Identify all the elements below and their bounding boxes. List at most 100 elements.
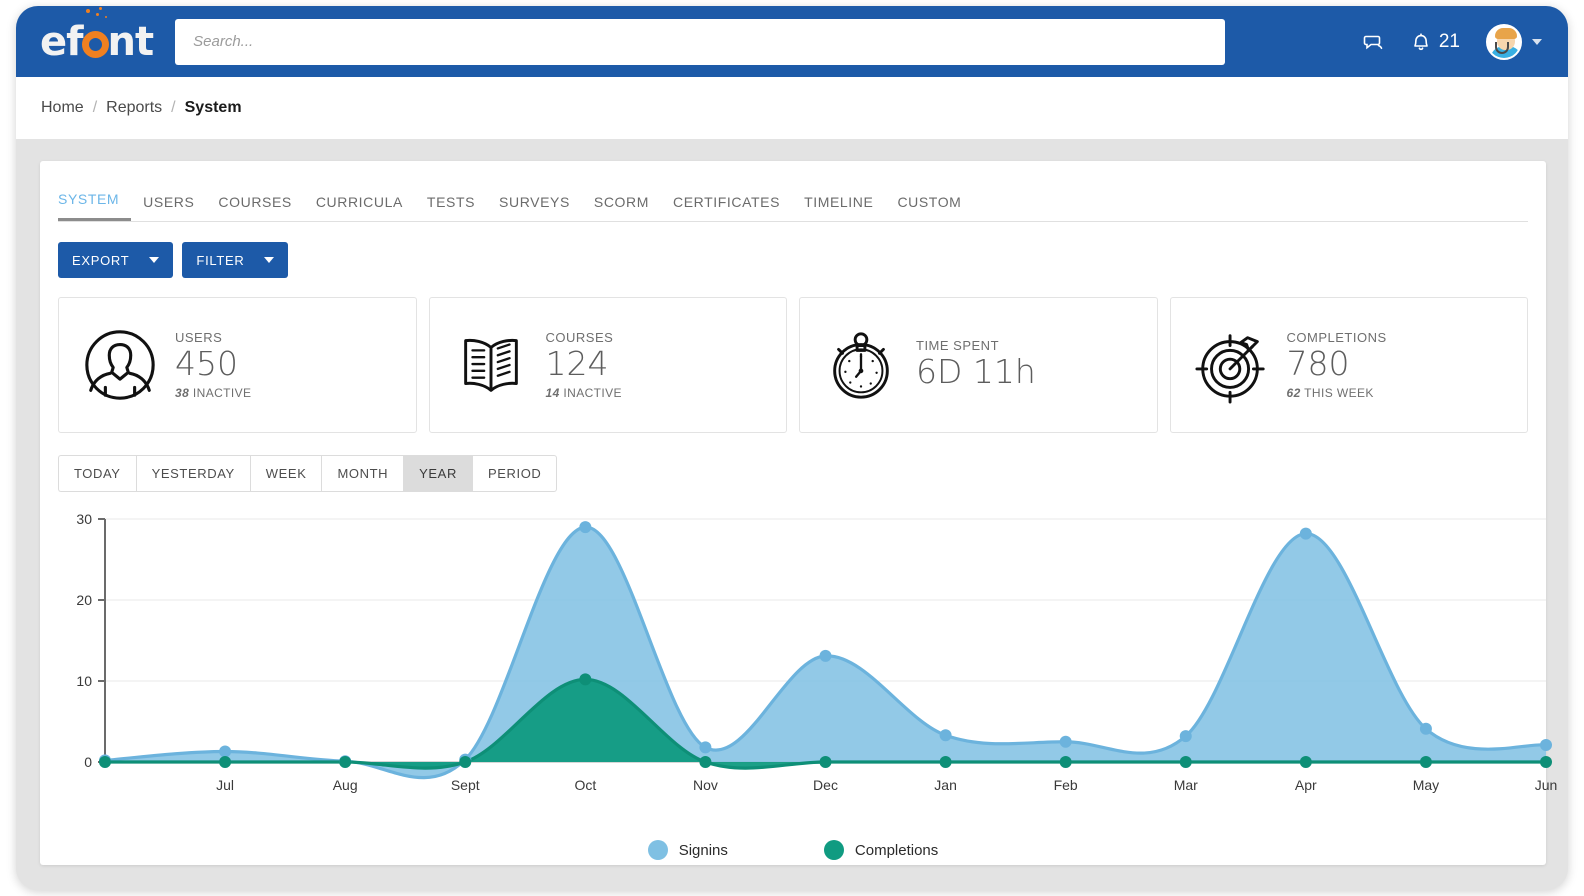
svg-text:Dec: Dec [813, 777, 838, 793]
filter-label: FILTER [196, 253, 244, 268]
legend-item-signins[interactable]: Signins [648, 840, 728, 860]
period-today[interactable]: TODAY [58, 455, 136, 492]
period-yesterday[interactable]: YESTERDAY [136, 455, 250, 492]
book-icon [452, 326, 530, 404]
notification-count: 21 [1439, 31, 1460, 53]
logo-text-ef: ef [40, 19, 83, 65]
messages-button[interactable] [1360, 30, 1384, 54]
app-window: efnt 21 [16, 6, 1568, 890]
period-selector: TODAY YESTERDAY WEEK MONTH YEAR PERIOD [58, 455, 1528, 492]
breadcrumb-item-system: System [185, 99, 242, 117]
tab-scorm[interactable]: SCORM [582, 194, 661, 221]
breadcrumb: Home / Reports / System [16, 77, 1568, 139]
breadcrumb-separator: / [171, 99, 175, 117]
tab-surveys[interactable]: SURVEYS [487, 194, 582, 221]
svg-text:Jun: Jun [1535, 777, 1558, 793]
chevron-down-icon[interactable] [1532, 39, 1542, 45]
svg-text:Aug: Aug [333, 777, 358, 793]
stat-value: 6D 11h [916, 353, 1036, 392]
logo-text-nt: nt [108, 19, 154, 65]
stat-card-time-spent[interactable]: TIME SPENT 6D 11h [799, 297, 1158, 433]
chevron-down-icon [264, 257, 274, 263]
target-icon [1193, 326, 1271, 404]
svg-text:10: 10 [76, 673, 92, 689]
period-period[interactable]: PERIOD [472, 455, 557, 492]
legend-label: Signins [679, 842, 728, 859]
export-button[interactable]: EXPORT [58, 242, 173, 278]
stat-sub-number: 14 [546, 386, 560, 400]
user-menu[interactable] [1486, 24, 1542, 60]
svg-text:Apr: Apr [1295, 777, 1317, 793]
breadcrumb-item-home[interactable]: Home [41, 99, 84, 117]
stat-card-completions[interactable]: COMPLETIONS 780 62 THIS WEEK [1170, 297, 1529, 433]
report-tabs: SYSTEM USERS COURSES CURRICULA TESTS SUR… [58, 183, 1528, 222]
stat-value: 450 [175, 345, 251, 384]
legend-swatch [648, 840, 668, 860]
breadcrumb-item-reports[interactable]: Reports [106, 99, 162, 117]
svg-text:0: 0 [84, 754, 92, 770]
export-label: EXPORT [72, 253, 129, 268]
stat-caption: USERS [175, 330, 251, 346]
stat-subtext: 62 THIS WEEK [1287, 386, 1387, 400]
stat-subtext: 14 INACTIVE [546, 386, 622, 400]
breadcrumb-separator: / [93, 99, 97, 117]
header-actions: 21 [1360, 24, 1542, 60]
tab-system[interactable]: SYSTEM [58, 191, 131, 221]
stat-sub-label: INACTIVE [560, 386, 622, 400]
stat-sub-number: 38 [175, 386, 189, 400]
stat-caption: COMPLETIONS [1287, 330, 1387, 346]
svg-text:Mar: Mar [1174, 777, 1198, 793]
stopwatch-icon [822, 326, 900, 404]
stat-card-users[interactable]: USERS 450 38 INACTIVE [58, 297, 417, 433]
svg-text:Sept: Sept [451, 777, 480, 793]
legend-item-completions[interactable]: Completions [824, 840, 938, 860]
stat-card-courses[interactable]: COURSES 124 14 INACTIVE [429, 297, 788, 433]
chart-legend: Signins Completions [58, 840, 1528, 860]
notifications-button[interactable]: 21 [1410, 30, 1460, 54]
chevron-down-icon [149, 257, 159, 263]
avatar[interactable] [1486, 24, 1522, 60]
global-search[interactable] [175, 19, 1225, 65]
tab-certificates[interactable]: CERTIFICATES [661, 194, 792, 221]
tab-tests[interactable]: TESTS [415, 194, 487, 221]
stat-value: 124 [546, 345, 622, 384]
svg-text:Jul: Jul [216, 777, 234, 793]
period-year[interactable]: YEAR [403, 455, 472, 492]
top-navigation-bar: efnt 21 [16, 6, 1568, 77]
stat-caption: COURSES [546, 330, 622, 346]
period-month[interactable]: MONTH [321, 455, 403, 492]
page-content: SYSTEM USERS COURSES CURRICULA TESTS SUR… [16, 139, 1568, 890]
stat-sub-number: 62 [1287, 386, 1301, 400]
activity-chart: 0 10 20 30 Jul Aug Sept Oct Nov Dec Jan Feb Mar Apr Ma… [58, 506, 1528, 836]
chart-canvas: 0 10 20 30 Jul Aug Sept Oct Nov Dec Jan Feb Mar Apr Ma… [58, 506, 1558, 806]
svg-text:Jan: Jan [934, 777, 957, 793]
tab-users[interactable]: USERS [131, 194, 206, 221]
users-icon [81, 326, 159, 404]
legend-label: Completions [855, 842, 938, 859]
stat-caption: TIME SPENT [916, 338, 1036, 354]
svg-text:Oct: Oct [574, 777, 596, 793]
tab-timeline[interactable]: TIMELINE [792, 194, 885, 221]
tab-custom[interactable]: CUSTOM [885, 194, 973, 221]
efront-logo[interactable]: efnt [40, 22, 153, 62]
stat-sub-label: INACTIVE [189, 386, 251, 400]
tab-courses[interactable]: COURSES [206, 194, 303, 221]
search-input[interactable] [175, 19, 1225, 65]
stat-value: 780 [1287, 345, 1387, 384]
svg-text:May: May [1413, 777, 1439, 793]
stat-subtext: 38 INACTIVE [175, 386, 251, 400]
tab-curricula[interactable]: CURRICULA [304, 194, 415, 221]
logo-o-ring [83, 22, 108, 62]
filter-button[interactable]: FILTER [182, 242, 288, 278]
chat-bubble-icon [1360, 30, 1384, 54]
stat-cards: USERS 450 38 INACTIVE [58, 297, 1528, 433]
legend-swatch [824, 840, 844, 860]
svg-text:Nov: Nov [693, 777, 718, 793]
svg-text:30: 30 [76, 511, 92, 527]
svg-text:20: 20 [76, 592, 92, 608]
stat-sub-label: THIS WEEK [1301, 386, 1374, 400]
bell-icon [1410, 30, 1432, 54]
svg-text:Feb: Feb [1054, 777, 1078, 793]
reports-panel: SYSTEM USERS COURSES CURRICULA TESTS SUR… [40, 161, 1546, 865]
period-week[interactable]: WEEK [250, 455, 322, 492]
